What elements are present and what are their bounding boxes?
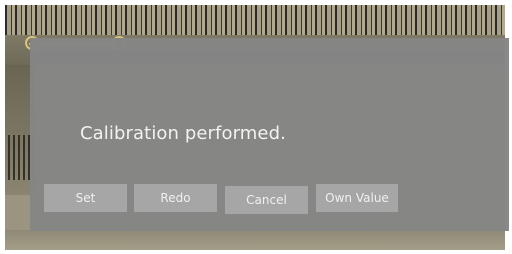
calibration-dialog: Calibration performed. Set Redo Cancel O…: [30, 38, 509, 231]
cancel-button[interactable]: Cancel: [225, 186, 308, 214]
own-value-button[interactable]: Own Value: [316, 184, 398, 212]
ruler-scale: [5, 5, 505, 35]
ruler-bottom: [5, 230, 505, 250]
dialog-message: Calibration performed.: [80, 123, 286, 144]
redo-button[interactable]: Redo: [134, 184, 217, 212]
set-button[interactable]: Set: [44, 184, 127, 212]
